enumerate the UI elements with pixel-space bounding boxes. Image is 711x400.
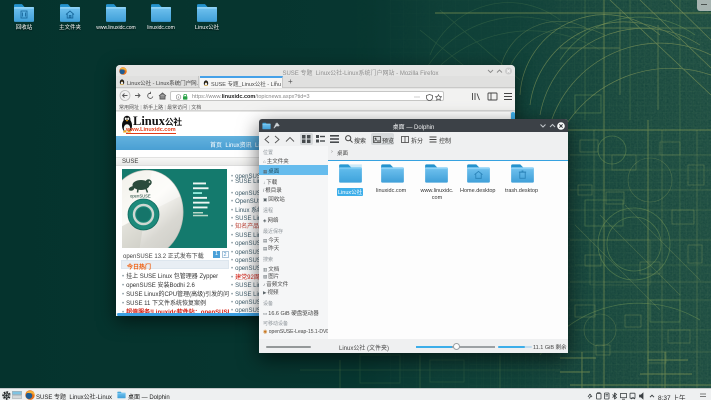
svg-text:openSUSE: openSUSE	[130, 194, 151, 199]
